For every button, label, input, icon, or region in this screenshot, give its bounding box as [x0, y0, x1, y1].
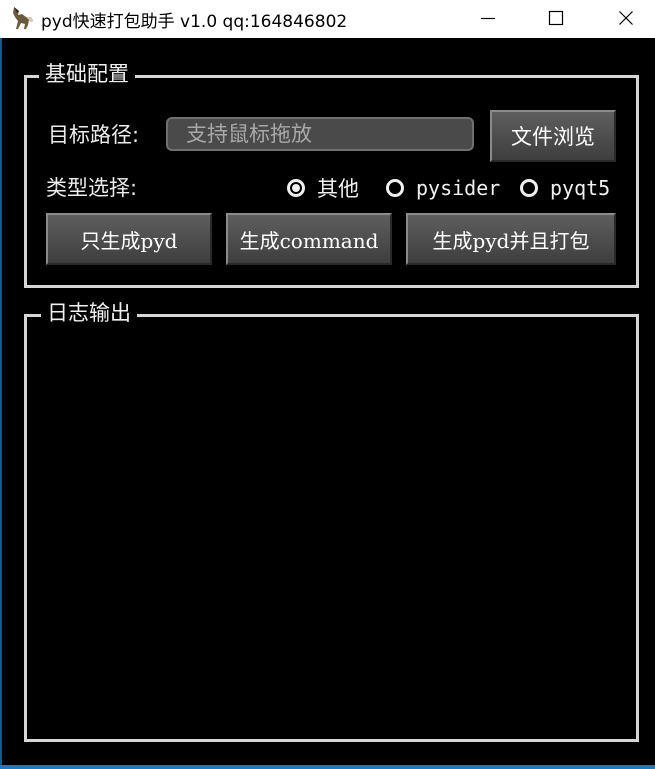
maximize-icon: [548, 10, 564, 26]
basic-config-title: 基础配置: [39, 62, 135, 86]
type-select-label: 类型选择:: [46, 176, 138, 200]
window-title: pyd快速打包助手 v1.0 qq:164846802: [41, 12, 348, 32]
log-output-title: 日志输出: [41, 301, 137, 325]
target-path-label: 目标路径:: [48, 123, 140, 147]
window-bottom-border: [0, 765, 655, 769]
title-bar[interactable]: pyd快速打包助手 v1.0 qq:164846802: [0, 0, 655, 38]
minimize-icon: [481, 17, 495, 20]
log-output-area[interactable]: [28, 326, 634, 736]
type-radio-pyqt5-label: pyqt5: [550, 176, 611, 200]
minimize-button[interactable]: [452, 0, 524, 36]
maximize-button[interactable]: [520, 0, 592, 36]
type-radio-pyqt5[interactable]: pyqt5: [520, 174, 610, 202]
close-icon: [619, 11, 633, 25]
generate-pyd-and-pack-button[interactable]: 生成pyd并且打包: [406, 213, 616, 265]
type-radio-other-label: 其他: [317, 177, 359, 201]
type-radio-pysider[interactable]: pysider: [386, 174, 500, 202]
type-radio-other[interactable]: 其他: [287, 174, 359, 202]
radio-unchecked-icon: [520, 179, 538, 197]
horse-icon: [13, 7, 33, 29]
radio-checked-icon: [287, 179, 305, 197]
radio-unchecked-icon: [386, 179, 404, 197]
type-radio-pysider-label: pysider: [416, 176, 501, 200]
generate-command-button[interactable]: 生成command: [226, 213, 392, 265]
close-button[interactable]: [590, 0, 655, 36]
browse-file-button[interactable]: 文件浏览: [490, 110, 616, 162]
target-path-input[interactable]: [166, 117, 474, 151]
generate-pyd-button[interactable]: 只生成pyd: [46, 213, 212, 265]
window-border: [0, 38, 2, 765]
